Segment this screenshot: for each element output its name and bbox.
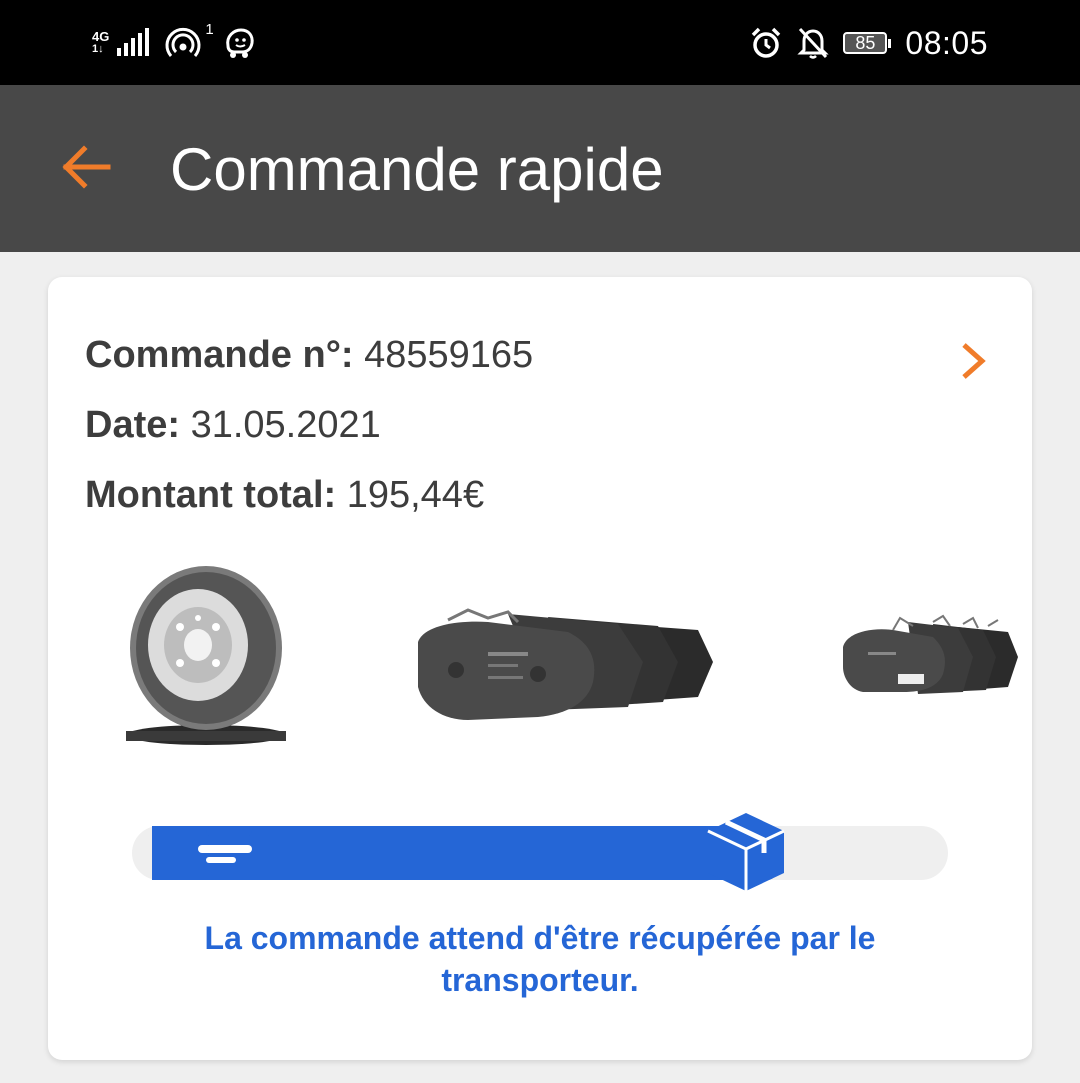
order-card[interactable]: Commande n°: 48559165 Date: 31.05.2021 M… bbox=[48, 277, 1032, 1060]
notifications-off-icon bbox=[797, 27, 830, 59]
order-number-value: 48559165 bbox=[364, 334, 534, 376]
page-title: Commande rapide bbox=[170, 136, 664, 203]
hotspot-count: 1 bbox=[205, 20, 214, 38]
brake-pads-small-image[interactable] bbox=[838, 612, 1028, 702]
brake-disc-image[interactable] bbox=[118, 563, 288, 763]
network-type-label: 4G bbox=[92, 29, 110, 44]
network-data-label: 1↓ bbox=[92, 43, 104, 55]
order-date-value: 31.05.2021 bbox=[190, 404, 381, 446]
order-number-line: Commande n°: 48559165 bbox=[85, 333, 533, 377]
hotspot-icon bbox=[165, 27, 201, 57]
waze-icon bbox=[225, 28, 254, 58]
chevron-right-icon[interactable] bbox=[956, 339, 992, 383]
signal-icon bbox=[117, 28, 150, 56]
arrow-left-icon[interactable] bbox=[56, 137, 116, 197]
brake-pads-image[interactable] bbox=[408, 602, 718, 732]
clock: 08:05 bbox=[905, 24, 988, 61]
package-box-icon bbox=[707, 813, 785, 891]
app-bar: Commande rapide bbox=[0, 85, 1080, 252]
battery-icon: 85 bbox=[843, 32, 892, 54]
order-total-value: 195,44€ bbox=[346, 474, 485, 516]
status-right: 85 08:05 bbox=[749, 18, 988, 68]
order-total-label: Montant total: bbox=[85, 474, 337, 516]
network-type: 4G 1↓ bbox=[92, 29, 110, 55]
status-bar: 4G 1↓ 1 85 08:05 bbox=[0, 0, 1080, 85]
order-total-line: Montant total: 195,44€ bbox=[85, 473, 484, 517]
order-date-label: Date: bbox=[85, 404, 181, 446]
order-date-line: Date: 31.05.2021 bbox=[85, 403, 381, 447]
order-number-label: Commande n°: bbox=[85, 334, 354, 376]
alarm-icon bbox=[752, 27, 781, 58]
status-left: 4G 1↓ 1 bbox=[92, 18, 256, 68]
speed-lines-icon bbox=[192, 827, 252, 863]
order-status-message: La commande attend d'être récupérée par … bbox=[204, 920, 876, 998]
